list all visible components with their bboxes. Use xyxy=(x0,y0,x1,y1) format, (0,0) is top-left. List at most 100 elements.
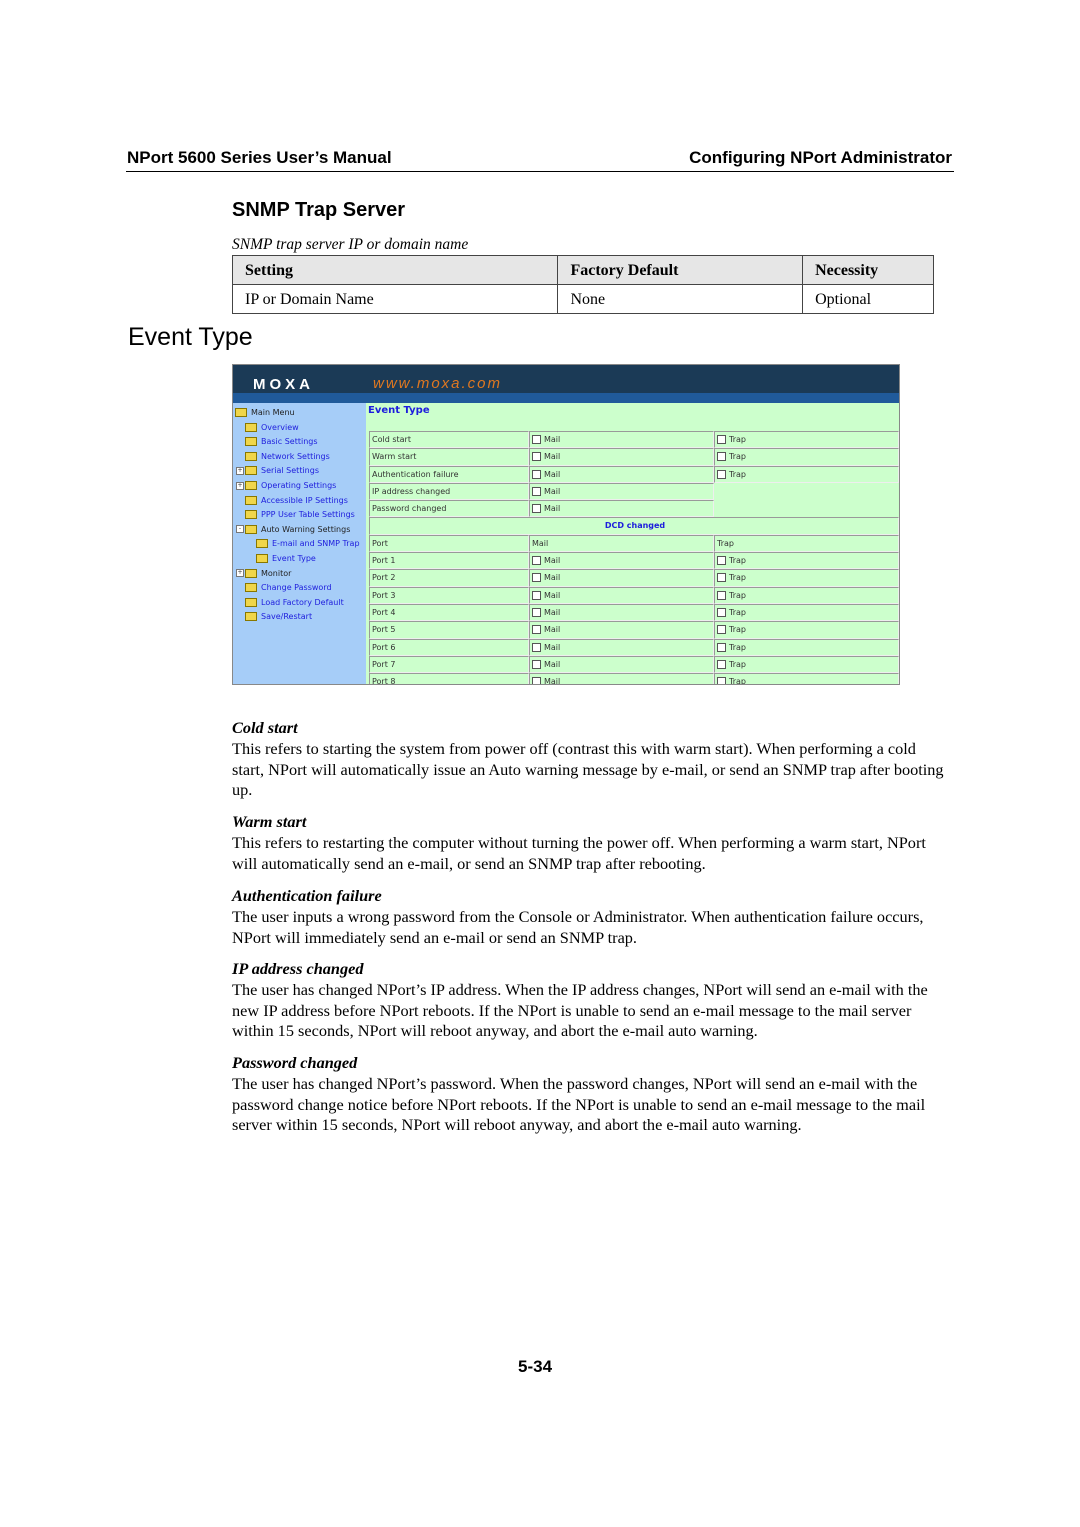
sidebar-item-monitor[interactable]: + Monitor xyxy=(236,567,291,581)
trap-cell[interactable]: Trap xyxy=(714,621,899,639)
trap-checkbox[interactable] xyxy=(717,435,726,444)
mail-checkbox[interactable] xyxy=(532,625,541,635)
expand-icon[interactable]: + xyxy=(236,466,244,475)
trap-checkbox-label: Trap xyxy=(729,573,746,583)
event-name: Cold start xyxy=(369,431,529,449)
sidebar-item-operating-settings[interactable]: + Operating Settings xyxy=(236,479,336,493)
sidebar-item-main-menu[interactable]: Main Menu xyxy=(235,406,295,420)
trap-checkbox[interactable] xyxy=(717,469,726,479)
collapse-icon[interactable]: - xyxy=(236,525,244,534)
manual-title: NPort 5600 Series User’s Manual xyxy=(127,148,392,167)
trap-checkbox[interactable] xyxy=(717,607,726,617)
sidebar-item-accessible-ip-settings[interactable]: Accessible IP Settings xyxy=(236,494,348,508)
sidebar-item-serial-settings[interactable]: + Serial Settings xyxy=(236,464,319,478)
mail-cell[interactable]: Mail xyxy=(529,552,714,570)
mail-checkbox[interactable] xyxy=(532,435,541,444)
mail-cell[interactable]: Mail xyxy=(529,465,714,483)
trap-cell[interactable]: Trap xyxy=(714,638,899,656)
event-row: Password changed Mail xyxy=(369,500,899,518)
empty-cell xyxy=(714,483,899,500)
expand-icon[interactable]: + xyxy=(236,569,244,578)
port-row: Port 4 Mail Trap xyxy=(369,603,899,622)
sidebar-item-network-settings[interactable]: Network Settings xyxy=(236,450,330,464)
description-text: The user has changed NPort’s password. W… xyxy=(232,1073,926,1135)
sidebar-item-label: Basic Settings xyxy=(261,437,318,447)
trap-checkbox[interactable] xyxy=(717,452,726,462)
mail-cell[interactable]: Mail xyxy=(529,448,714,466)
folder-icon xyxy=(245,451,257,461)
trap-checkbox[interactable] xyxy=(717,677,726,684)
dcd-header-row: Port Mail Trap xyxy=(369,534,899,553)
mail-cell[interactable]: Mail xyxy=(529,569,714,587)
trap-cell[interactable]: Trap xyxy=(714,603,899,622)
trap-checkbox[interactable] xyxy=(717,659,726,669)
sidebar-item-label: Operating Settings xyxy=(261,481,337,490)
dcd-heading: DCD changed xyxy=(369,517,899,535)
trap-cell[interactable]: Trap xyxy=(714,586,899,604)
port-name: Port 8 xyxy=(369,673,529,684)
description-term: Warm start xyxy=(232,812,307,831)
port-name: Port 5 xyxy=(369,621,529,639)
sidebar-item-e-mail-and-snmp-trap[interactable]: E-mail and SNMP Trap xyxy=(247,537,360,551)
sidebar-item-label: E-mail and SNMP Trap xyxy=(272,539,360,549)
trap-checkbox-label: Trap xyxy=(729,607,746,617)
trap-cell[interactable]: Trap xyxy=(714,655,899,674)
trap-checkbox[interactable] xyxy=(717,573,726,583)
sidebar-item-label: Serial Settings xyxy=(261,466,319,476)
mail-cell[interactable]: Mail xyxy=(529,655,714,674)
mail-checkbox[interactable] xyxy=(532,677,541,684)
mail-checkbox[interactable] xyxy=(532,590,541,600)
description-text: This refers to restarting the computer w… xyxy=(232,832,926,873)
mail-checkbox[interactable] xyxy=(532,642,541,652)
mail-checkbox-label: Mail xyxy=(544,677,561,685)
sidebar-item-label: Network Settings xyxy=(261,451,330,461)
trap-checkbox[interactable] xyxy=(717,590,726,600)
mail-checkbox[interactable] xyxy=(532,573,541,583)
sidebar-item-event-type[interactable]: Event Type xyxy=(247,552,316,566)
sidebar-item-change-password[interactable]: Change Password xyxy=(236,581,332,595)
trap-cell[interactable]: Trap xyxy=(714,431,899,449)
sidebar-item-load-factory-default[interactable]: Load Factory Default xyxy=(236,596,344,610)
trap-cell[interactable]: Trap xyxy=(714,552,899,570)
trap-cell[interactable]: Trap xyxy=(714,569,899,587)
sidebar-item-ppp-user-table-settings[interactable]: PPP User Table Settings xyxy=(236,508,355,522)
sidebar-item-label: Monitor xyxy=(261,568,292,578)
sidebar-item-auto-warning-settings[interactable]: - Auto Warning Settings xyxy=(236,523,350,537)
mail-checkbox-label: Mail xyxy=(544,435,561,444)
expand-icon[interactable]: + xyxy=(236,481,244,490)
trap-checkbox[interactable] xyxy=(717,625,726,635)
mail-cell[interactable]: Mail xyxy=(529,621,714,639)
mail-cell[interactable]: Mail xyxy=(529,586,714,604)
trap-checkbox[interactable] xyxy=(717,642,726,652)
mail-cell[interactable]: Mail xyxy=(529,603,714,622)
table-row: IP or Domain Name None Optional xyxy=(231,284,934,314)
mail-cell[interactable]: Mail xyxy=(529,638,714,656)
sidebar-item-overview[interactable]: Overview xyxy=(236,421,299,435)
sidebar-menu: Main Menu Overview Basic Settings Network S… xyxy=(233,403,366,684)
mail-cell[interactable]: Mail xyxy=(529,673,714,685)
sidebar-item-save-restart[interactable]: Save/Restart xyxy=(236,610,312,624)
trap-cell[interactable]: Trap xyxy=(714,673,899,684)
trap-checkbox-label: Trap xyxy=(729,590,746,600)
port-name: Port 3 xyxy=(369,586,529,604)
trap-checkbox[interactable] xyxy=(717,556,726,566)
description-block: Warm start This refers to restarting the … xyxy=(232,812,952,874)
mail-checkbox[interactable] xyxy=(532,556,541,566)
mail-cell[interactable]: Mail xyxy=(529,500,714,518)
folder-icon xyxy=(245,568,257,578)
sidebar-item-basic-settings[interactable]: Basic Settings xyxy=(236,435,318,449)
mail-checkbox[interactable] xyxy=(532,469,541,479)
port-row: Port 1 Mail Trap xyxy=(369,552,899,570)
mail-cell[interactable]: Mail xyxy=(529,482,714,501)
mail-checkbox[interactable] xyxy=(532,607,541,617)
sidebar-item-label: Save/Restart xyxy=(261,612,313,622)
mail-checkbox[interactable] xyxy=(532,659,541,669)
mail-checkbox[interactable] xyxy=(532,486,541,496)
trap-cell[interactable]: Trap xyxy=(714,465,899,483)
dcd-column-header: Port xyxy=(369,534,529,553)
port-row: Port 6 Mail Trap xyxy=(369,638,899,656)
mail-cell[interactable]: Mail xyxy=(529,431,714,449)
mail-checkbox[interactable] xyxy=(532,452,541,462)
mail-checkbox[interactable] xyxy=(532,504,541,514)
trap-cell[interactable]: Trap xyxy=(714,448,899,466)
